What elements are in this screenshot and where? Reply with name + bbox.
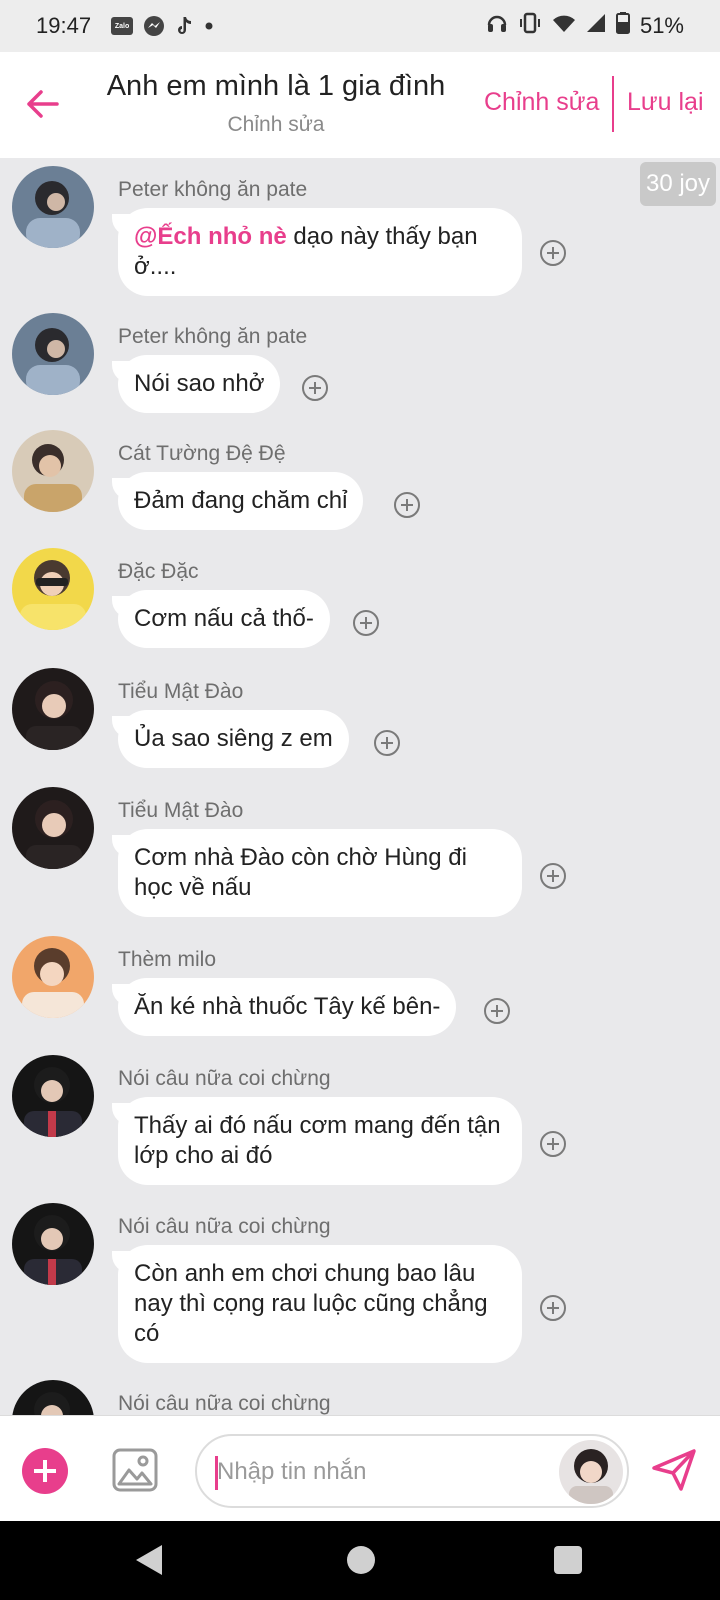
avatar[interactable] <box>12 313 94 395</box>
add-reaction-icon[interactable] <box>540 1131 566 1157</box>
sender-name: Đặc Đặc <box>118 560 199 583</box>
avatar[interactable] <box>12 787 94 869</box>
message-bubble[interactable]: Cơm nhà Đào còn chờ Hùng đi học về nấu <box>118 829 522 917</box>
save-button[interactable]: Lưu lại <box>627 88 704 117</box>
avatar[interactable] <box>12 1055 94 1137</box>
avatar[interactable] <box>12 166 94 248</box>
add-reaction-icon[interactable] <box>353 610 379 636</box>
message-text: Ăn ké nhà thuốc Tây kế bên- <box>134 993 441 1020</box>
add-reaction-icon[interactable] <box>374 730 400 756</box>
sender-name: Peter không ăn pate <box>118 325 308 348</box>
sender-name: Nói câu nữa coi chừng <box>118 1215 331 1238</box>
message-bubble[interactable]: Ăn ké nhà thuốc Tây kế bên- <box>118 978 457 1036</box>
battery-percent: 51% <box>639 13 684 38</box>
battery-icon <box>615 12 630 40</box>
home-icon[interactable] <box>347 1546 375 1574</box>
add-reaction-icon[interactable] <box>540 1295 566 1321</box>
avatar[interactable] <box>12 1203 94 1285</box>
add-reaction-icon[interactable] <box>540 863 566 889</box>
page-title: Anh em mình là 1 gia đình <box>106 70 446 102</box>
vibrate-icon <box>518 12 542 40</box>
sender-name: Peter không ăn pate <box>118 178 308 201</box>
sticker-avatar[interactable] <box>559 1440 623 1504</box>
plus-icon[interactable] <box>22 1448 68 1494</box>
message-bubble[interactable]: Cơm nấu cả thố- <box>118 590 330 648</box>
back-icon[interactable] <box>136 1545 162 1575</box>
back-button[interactable] <box>20 82 64 126</box>
headphones-icon <box>486 13 508 39</box>
message-bubble[interactable]: Nói sao nhở <box>118 355 281 413</box>
add-reaction-icon[interactable] <box>394 492 420 518</box>
message-bubble[interactable]: Ủa sao siêng z em <box>118 710 349 768</box>
avatar[interactable] <box>12 668 94 750</box>
message-bubble[interactable]: @Ếch nhỏ nè dạo này thấy bạn ở.... <box>118 208 522 296</box>
title-wrap: Anh em mình là 1 gia đình Chỉnh sửa <box>86 70 466 137</box>
sender-name: Thèm milo <box>118 948 217 971</box>
message-text: Ủa sao siêng z em <box>134 725 333 752</box>
message-input-placeholder: Nhập tin nhắn <box>217 1458 367 1485</box>
chat-header: Anh em mình là 1 gia đình Chỉnh sửa Chỉn… <box>0 52 720 158</box>
avatar[interactable] <box>12 430 94 512</box>
recents-icon[interactable] <box>554 1546 582 1574</box>
page-subtitle: Chỉnh sửa <box>227 113 325 136</box>
add-reaction-icon[interactable] <box>302 375 328 401</box>
sender-name: Nói câu nữa coi chừng <box>118 1067 331 1090</box>
message-text: Đảm đang chăm chỉ <box>134 487 348 514</box>
zalo-icon: Zalo <box>111 17 134 35</box>
add-reaction-icon[interactable] <box>484 998 510 1024</box>
message-text: Cơm nấu cả thố- <box>134 605 314 632</box>
message-input[interactable]: Nhập tin nhắn <box>195 1434 629 1508</box>
sender-name: Tiểu Mật Đào <box>118 799 244 822</box>
composer: Nhập tin nhắn <box>0 1415 720 1521</box>
status-time: 19:47 <box>36 13 92 38</box>
dot-icon <box>205 22 213 30</box>
message-text: Cơm nhà Đào còn chờ Hùng đi học về nấu <box>134 844 467 901</box>
edit-button[interactable]: Chỉnh sửa <box>484 88 599 117</box>
header-divider <box>612 76 614 132</box>
message-text: Còn anh em chơi chung bao lâu nay thì cọ… <box>134 1260 488 1347</box>
mention-link[interactable]: @Ếch nhỏ nè <box>134 223 287 250</box>
system-nav-bar <box>0 1521 720 1600</box>
add-reaction-icon[interactable] <box>540 240 566 266</box>
tiktok-icon <box>175 15 195 37</box>
sender-name: Nói câu nữa coi chừng <box>118 1392 331 1415</box>
joy-badge: 30 joy <box>640 162 716 206</box>
message-list[interactable]: 30 joy Peter không ăn pate @Ếch nhỏ nè d… <box>0 158 720 1415</box>
sender-name: Cát Tường Đệ Đệ <box>118 442 286 465</box>
wifi-icon <box>552 13 576 39</box>
avatar[interactable] <box>12 548 94 630</box>
signal-icon <box>586 13 606 39</box>
avatar[interactable] <box>12 936 94 1018</box>
message-bubble[interactable]: Đảm đang chăm chỉ <box>118 472 364 530</box>
back-arrow-icon <box>27 90 59 118</box>
status-bar: 19:47 Zalo 51% <box>0 0 720 52</box>
message-text: Nói sao nhở <box>134 370 265 397</box>
message-bubble[interactable]: Còn anh em chơi chung bao lâu nay thì cọ… <box>118 1245 522 1363</box>
sender-name: Tiểu Mật Đào <box>118 680 244 703</box>
message-text: Thấy ai đó nấu cơm mang đến tận lớp cho … <box>134 1112 501 1169</box>
avatar[interactable] <box>12 1380 94 1415</box>
image-icon[interactable] <box>112 1448 158 1492</box>
message-bubble[interactable]: Thấy ai đó nấu cơm mang đến tận lớp cho … <box>118 1097 522 1185</box>
messenger-icon <box>143 15 165 37</box>
send-icon[interactable] <box>651 1448 697 1492</box>
